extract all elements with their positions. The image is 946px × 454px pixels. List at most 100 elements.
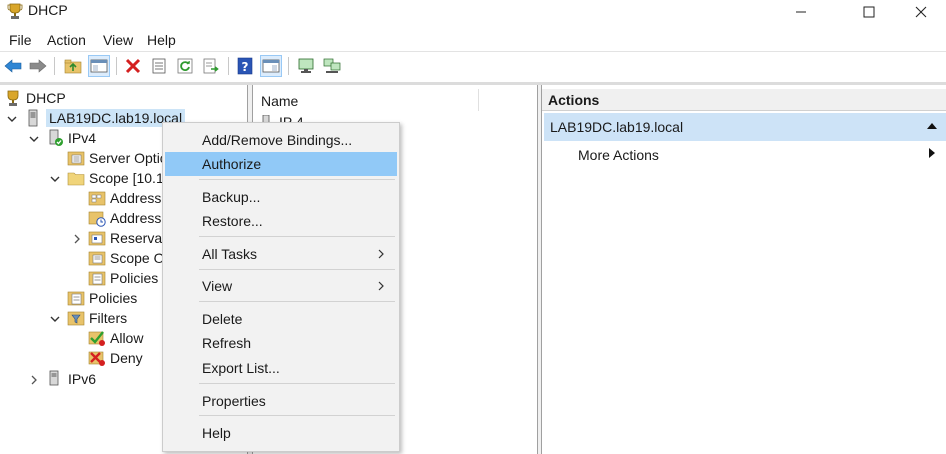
menu-item-restore[interactable]: Restore...	[165, 209, 397, 233]
ipv4-server-icon	[49, 129, 63, 146]
menu-separator	[199, 179, 395, 180]
menu-separator	[199, 301, 395, 302]
server-icon	[28, 109, 38, 127]
refresh-button[interactable]	[174, 55, 196, 77]
column-resize-handle[interactable]	[478, 89, 479, 111]
title-bar: DHCP	[0, 0, 946, 24]
tree-item-allow[interactable]: Allow	[88, 328, 143, 348]
menu-item-view[interactable]: View	[165, 274, 397, 298]
show-hide-action-pane-button[interactable]	[260, 55, 282, 77]
dhcp-trophy-icon	[7, 90, 19, 106]
actions-header: Actions	[542, 89, 946, 111]
menu-item-all-tasks[interactable]: All Tasks	[165, 242, 397, 266]
minimize-icon	[796, 11, 806, 13]
show-hide-console-tree-button[interactable]	[88, 55, 110, 77]
export-list-icon	[203, 58, 219, 74]
menu-item-backup[interactable]: Backup...	[165, 185, 397, 209]
menu-item-delete[interactable]: Delete	[165, 307, 397, 331]
menu-item-authorize[interactable]: Authorize	[165, 152, 397, 176]
up-one-level-button[interactable]	[62, 55, 84, 77]
server-options-icon	[67, 151, 85, 166]
chevron-down-icon[interactable]	[6, 113, 18, 125]
properties-button[interactable]	[148, 55, 170, 77]
toolbar-separator	[228, 57, 229, 75]
forward-button[interactable]	[27, 55, 49, 77]
tree-item-scope-policies[interactable]: Policies	[88, 268, 158, 288]
chevron-right-icon[interactable]	[71, 233, 83, 245]
context-menu: Add/Remove Bindings... Authorize Backup.…	[162, 122, 400, 452]
refresh-icon	[177, 58, 193, 74]
tree-item-scope[interactable]: Scope [10.10	[67, 168, 172, 188]
folder-up-icon	[64, 59, 82, 74]
chevron-down-icon[interactable]	[49, 173, 61, 185]
monitor-icon	[298, 58, 314, 73]
menu-item-add-remove-bindings[interactable]: Add/Remove Bindings...	[165, 128, 397, 152]
chevron-right-icon[interactable]	[28, 374, 40, 386]
menu-file[interactable]: File	[9, 32, 32, 48]
collapse-up-icon[interactable]	[926, 122, 938, 130]
dhcp-trophy-icon	[7, 3, 23, 19]
chevron-down-icon[interactable]	[28, 133, 40, 145]
monitor-button[interactable]	[295, 55, 317, 77]
action-pane-icon	[262, 59, 280, 73]
help-button[interactable]: ?	[234, 55, 256, 77]
maximize-button[interactable]	[846, 0, 892, 24]
scope-options-icon	[88, 251, 106, 266]
tree-item-scope-options[interactable]: Scope O	[88, 248, 164, 268]
menu-action[interactable]: Action	[47, 32, 86, 48]
submenu-arrow-icon	[929, 148, 935, 158]
menu-help[interactable]: Help	[147, 32, 176, 48]
toolbar-separator	[116, 57, 117, 75]
help-icon: ?	[237, 57, 253, 75]
tree-item-deny[interactable]: Deny	[88, 348, 143, 368]
svg-text:?: ?	[242, 60, 249, 74]
chevron-right-icon	[378, 249, 384, 259]
tree-item-filters[interactable]: Filters	[67, 308, 127, 328]
menu-bar: File Action View Help	[0, 28, 946, 50]
menu-separator	[199, 269, 395, 270]
policies-icon	[67, 291, 85, 306]
tree-item-reservations[interactable]: Reservat	[88, 228, 166, 248]
back-arrow-icon	[4, 59, 22, 73]
menu-item-refresh[interactable]: Refresh	[165, 331, 397, 355]
network-monitors-button[interactable]	[321, 55, 343, 77]
minimize-button[interactable]	[778, 0, 824, 24]
tree-item-address-pool[interactable]: Address	[88, 188, 161, 208]
policies-icon	[88, 271, 106, 286]
close-icon	[915, 6, 927, 18]
tree-item-address-leases[interactable]: Address	[88, 208, 161, 228]
console-tree-icon	[90, 59, 108, 73]
close-button[interactable]	[898, 0, 944, 24]
tree-item-ipv4[interactable]: IPv4	[46, 128, 96, 148]
address-leases-icon	[88, 211, 106, 227]
delete-button[interactable]	[122, 55, 144, 77]
menu-item-export-list[interactable]: Export List...	[165, 356, 397, 380]
filter-icon	[67, 311, 85, 326]
folder-icon	[67, 172, 85, 186]
menu-separator	[199, 383, 395, 384]
actions-section-server[interactable]: LAB19DC.lab19.local	[544, 113, 946, 141]
monitors-icon	[323, 58, 341, 73]
column-header-name[interactable]: Name	[261, 93, 298, 109]
tree-item-server[interactable]: LAB19DC.lab19.local	[24, 108, 186, 128]
menu-item-properties[interactable]: Properties	[165, 389, 397, 413]
toolbar-separator	[288, 57, 289, 75]
tree-item-policies[interactable]: Policies	[67, 288, 137, 308]
chevron-down-icon[interactable]	[49, 313, 61, 325]
chevron-right-icon	[378, 281, 384, 291]
window-title: DHCP	[28, 2, 68, 18]
menu-view[interactable]: View	[103, 32, 133, 48]
menu-separator	[199, 415, 395, 416]
menu-item-help[interactable]: Help	[165, 421, 397, 445]
delete-x-icon	[125, 58, 141, 74]
back-button[interactable]	[2, 55, 24, 77]
more-actions-item[interactable]: More Actions	[578, 147, 659, 163]
export-list-button[interactable]	[200, 55, 222, 77]
tree-item-server-options[interactable]: Server Optic	[67, 148, 167, 168]
ipv6-server-icon	[49, 370, 59, 386]
tree-root-dhcp[interactable]: DHCP	[4, 88, 66, 108]
tree-item-ipv6[interactable]: IPv6	[46, 369, 96, 389]
list-header: Name	[253, 85, 538, 115]
toolbar-separator	[54, 57, 55, 75]
actions-pane: Actions LAB19DC.lab19.local More Actions	[542, 85, 946, 454]
